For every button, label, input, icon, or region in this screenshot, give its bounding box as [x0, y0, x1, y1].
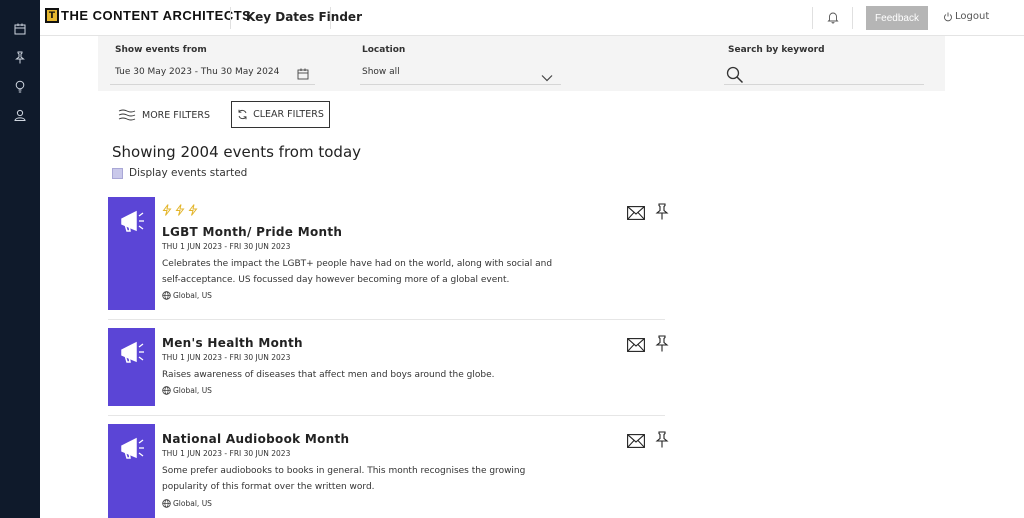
- event-location: Global, US: [162, 291, 212, 300]
- filter-panel: Show events from Tue 30 May 2023 - Thu 3…: [98, 36, 945, 91]
- event-card[interactable]: National Audiobook Month THU 1 JUN 2023 …: [108, 424, 669, 518]
- display-started-toggle[interactable]: Display events started: [112, 167, 247, 179]
- location-label: Location: [362, 45, 406, 55]
- date-range-input[interactable]: Tue 30 May 2023 - Thu 30 May 2024: [115, 67, 279, 77]
- header-divider: [852, 7, 853, 29]
- top-header: T THE CONTENT ARCHITECTS Key Dates Finde…: [40, 0, 1024, 36]
- more-filters-label: MORE FILTERS: [142, 109, 210, 121]
- sidebar: [0, 0, 40, 518]
- header-divider: [812, 7, 813, 29]
- power-icon: [944, 12, 952, 21]
- pin-event-icon[interactable]: [655, 431, 669, 448]
- header-divider: [230, 7, 231, 29]
- email-icon[interactable]: [627, 337, 645, 352]
- megaphone-icon: [121, 341, 144, 363]
- pin-icon[interactable]: [11, 48, 29, 66]
- filter-icon: [118, 109, 136, 121]
- logo[interactable]: T THE CONTENT ARCHITECTS: [45, 8, 251, 23]
- event-thumbnail: [108, 197, 155, 310]
- event-dates: THU 1 JUN 2023 - FRI 30 JUN 2023: [162, 353, 291, 362]
- lightning-icon: [188, 204, 198, 216]
- pin-event-icon[interactable]: [655, 203, 669, 220]
- calendar-icon[interactable]: [11, 20, 29, 38]
- logout-label: Logout: [955, 11, 990, 22]
- event-location: Global, US: [162, 499, 212, 508]
- event-title[interactable]: LGBT Month/ Pride Month: [162, 225, 342, 239]
- display-started-label: Display events started: [129, 167, 248, 179]
- event-location-label: Global, US: [173, 291, 212, 300]
- search-label: Search by keyword: [728, 45, 825, 55]
- bell-icon[interactable]: [826, 9, 842, 25]
- refresh-icon: [238, 109, 247, 120]
- lightning-icon: [175, 204, 185, 216]
- email-icon[interactable]: [627, 205, 645, 220]
- logout-button[interactable]: Logout: [943, 11, 989, 22]
- pin-event-icon[interactable]: [655, 335, 669, 352]
- email-icon[interactable]: [627, 433, 645, 448]
- lightbulb-icon[interactable]: [11, 77, 29, 95]
- header-divider: [330, 7, 331, 29]
- date-underline: [110, 84, 315, 85]
- more-filters-button[interactable]: MORE FILTERS: [118, 104, 210, 126]
- globe-icon: [162, 386, 171, 395]
- event-location-label: Global, US: [173, 386, 212, 395]
- location-select[interactable]: Show all: [362, 67, 400, 77]
- display-started-checkbox[interactable]: [112, 167, 123, 179]
- megaphone-icon: [121, 437, 144, 459]
- popularity-rating: [162, 204, 198, 216]
- calendar-picker-icon[interactable]: [297, 65, 309, 84]
- feedback-button[interactable]: Feedback: [866, 6, 928, 30]
- event-card[interactable]: LGBT Month/ Pride Month THU 1 JUN 2023 -…: [108, 197, 669, 321]
- location-underline: [360, 84, 561, 85]
- megaphone-icon: [121, 210, 144, 232]
- event-dates: THU 1 JUN 2023 - FRI 30 JUN 2023: [162, 449, 291, 458]
- event-card[interactable]: Men's Health Month THU 1 JUN 2023 - FRI …: [108, 328, 669, 417]
- event-description: Raises awareness of diseases that affect…: [162, 370, 495, 380]
- clear-filters-button[interactable]: CLEAR FILTERS: [231, 101, 330, 128]
- event-title[interactable]: Men's Health Month: [162, 336, 303, 350]
- event-dates: THU 1 JUN 2023 - FRI 30 JUN 2023: [162, 242, 291, 251]
- event-separator: [108, 319, 665, 320]
- logo-text: THE CONTENT ARCHITECTS: [61, 8, 252, 23]
- globe-icon: [162, 291, 171, 300]
- results-count: Showing 2004 events from today: [112, 143, 362, 161]
- event-thumbnail: [108, 424, 155, 518]
- event-location-label: Global, US: [173, 499, 212, 508]
- globe-icon: [162, 499, 171, 508]
- search-underline: [724, 84, 924, 85]
- event-title[interactable]: National Audiobook Month: [162, 432, 349, 446]
- event-description: Celebrates the impact the LGBT+ people h…: [162, 259, 553, 285]
- lightning-icon: [162, 204, 172, 216]
- event-description: Some prefer audiobooks to books in gener…: [162, 466, 526, 492]
- event-separator: [108, 415, 665, 416]
- show-events-label: Show events from: [115, 45, 207, 55]
- event-location: Global, US: [162, 386, 212, 395]
- logo-mark: T: [45, 8, 59, 23]
- user-icon[interactable]: [11, 106, 29, 124]
- clear-filters-label: CLEAR FILTERS: [253, 109, 324, 120]
- event-thumbnail: [108, 328, 155, 406]
- app-title: Key Dates Finder: [246, 10, 362, 24]
